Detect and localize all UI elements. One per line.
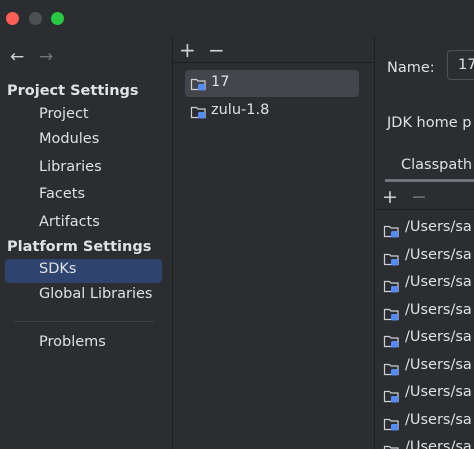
remove-sdk-button[interactable]: −	[208, 40, 225, 60]
jar-folder-icon	[383, 445, 399, 449]
jdk-home-path-label: JDK home p	[387, 115, 472, 131]
nav-item-problems[interactable]: Problems	[5, 332, 162, 356]
nav-item-artifacts[interactable]: Artifacts	[5, 212, 162, 236]
classpath-entry: /Users/sa	[405, 384, 472, 400]
classpath-row[interactable]: /Users/sa	[383, 274, 474, 296]
path-toolbar-divider	[375, 209, 474, 210]
jar-folder-icon	[383, 308, 399, 321]
classpath-row[interactable]: /Users/sa	[383, 219, 474, 241]
toolbar-divider	[173, 62, 374, 63]
jar-folder-icon	[383, 335, 399, 348]
classpath-row[interactable]: /Users/sa	[383, 412, 474, 434]
nav-item-label: Global Libraries	[39, 286, 153, 302]
sdk-name-value: 17	[458, 57, 474, 73]
nav-item-label: Modules	[39, 131, 100, 147]
classpath-row[interactable]: /Users/sa	[383, 302, 474, 324]
sdk-detail-panel: Name: 17 JDK home p Classpath + − /Users…	[375, 36, 474, 449]
nav-item-label: Artifacts	[39, 214, 100, 230]
tab-classpath[interactable]: Classpath	[401, 157, 472, 173]
name-label: Name:	[387, 60, 435, 76]
project-settings-header: Project Settings	[7, 83, 139, 99]
nav-item-modules[interactable]: Modules	[5, 129, 162, 153]
minimize-window-button[interactable]	[29, 12, 42, 25]
jar-folder-icon	[383, 253, 399, 266]
maximize-window-button[interactable]	[51, 12, 64, 25]
add-path-button[interactable]: +	[382, 188, 398, 207]
classpath-row[interactable]: /Users/sa	[383, 357, 474, 379]
nav-divider	[14, 321, 154, 322]
sdk-name-field[interactable]: 17	[447, 50, 474, 80]
sdk-item-label: zulu-1.8	[211, 102, 270, 118]
classpath-row[interactable]: /Users/sa	[383, 329, 474, 351]
nav-item-global-libraries[interactable]: Global Libraries	[5, 284, 162, 308]
add-sdk-button[interactable]: +	[179, 40, 196, 60]
jdk-folder-icon	[190, 106, 206, 119]
classpath-entry: /Users/sa	[405, 357, 472, 373]
nav-item-libraries[interactable]: Libraries	[5, 157, 162, 181]
nav-item-label: Problems	[39, 334, 106, 350]
sdk-item-label: 17	[211, 74, 230, 90]
window-titlebar	[0, 0, 474, 36]
sdk-item-17[interactable]: 17	[185, 70, 359, 97]
jar-folder-icon	[383, 363, 399, 376]
nav-item-label: Libraries	[39, 159, 102, 175]
jar-folder-icon	[383, 225, 399, 238]
classpath-entry: /Users/sa	[405, 412, 472, 428]
tab-indicator	[385, 179, 474, 182]
remove-path-button[interactable]: −	[411, 188, 427, 207]
classpath-entry: /Users/sa	[405, 329, 472, 345]
classpath-entry: /Users/sa	[405, 274, 472, 290]
nav-item-project[interactable]: Project	[5, 104, 162, 128]
nav-item-label: Project	[39, 106, 89, 122]
jar-folder-icon	[383, 418, 399, 431]
nav-item-sdks[interactable]: SDKs	[5, 259, 162, 283]
nav-item-label: SDKs	[39, 261, 77, 277]
classpath-entry: /Users/sa	[405, 219, 472, 235]
classpath-entry: /Users/sa	[405, 439, 472, 449]
jdk-folder-icon	[190, 78, 206, 91]
settings-nav: ← → Project Settings Project Modules Lib…	[0, 36, 172, 449]
classpath-row[interactable]: /Users/sa	[383, 439, 474, 449]
platform-settings-header: Platform Settings	[7, 239, 152, 255]
close-window-button[interactable]	[6, 12, 19, 25]
nav-item-facets[interactable]: Facets	[5, 184, 162, 208]
sdk-list-panel: + − 17 zulu-1.8	[173, 36, 374, 449]
jar-folder-icon	[383, 280, 399, 293]
sdk-item-zulu-1-8[interactable]: zulu-1.8	[185, 98, 359, 125]
classpath-row[interactable]: /Users/sa	[383, 247, 474, 269]
forward-arrow-icon[interactable]: →	[39, 46, 53, 68]
back-arrow-icon[interactable]: ←	[10, 46, 24, 68]
classpath-entry: /Users/sa	[405, 247, 472, 263]
classpath-row[interactable]: /Users/sa	[383, 384, 474, 406]
jar-folder-icon	[383, 390, 399, 403]
classpath-entry: /Users/sa	[405, 302, 472, 318]
nav-item-label: Facets	[39, 186, 86, 202]
